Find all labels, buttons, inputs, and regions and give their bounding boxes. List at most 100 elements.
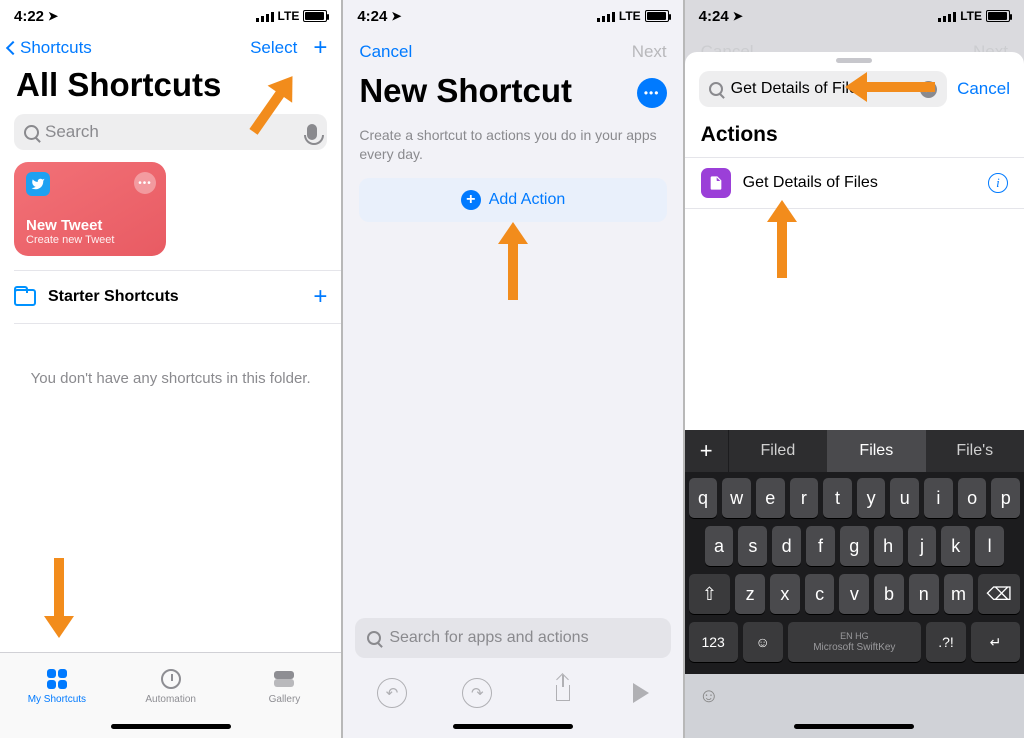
redo-button[interactable]: ↷ xyxy=(462,678,492,708)
backspace-key[interactable]: ⌫ xyxy=(978,574,1020,614)
sheet-grabber[interactable] xyxy=(836,58,872,63)
key-e[interactable]: e xyxy=(756,478,785,518)
key-j[interactable]: j xyxy=(908,526,937,566)
select-button[interactable]: Select xyxy=(250,38,297,58)
shortcut-settings-button[interactable]: ••• xyxy=(637,78,667,108)
keyboard: + Filed Files File's q w e r t y u i o p xyxy=(685,430,1024,738)
back-button[interactable]: Shortcuts xyxy=(8,38,92,58)
key-q[interactable]: q xyxy=(689,478,718,518)
status-bar: 4:24 ➤ LTE xyxy=(343,0,682,32)
result-label: Get Details of Files xyxy=(743,174,878,192)
space-key[interactable]: EN HG Microsoft SwiftKey xyxy=(788,622,921,662)
tile-subtitle: Create new Tweet xyxy=(26,234,154,246)
key-row-2: a s d f g h j k l xyxy=(689,526,1020,566)
annotation-arrow xyxy=(44,558,74,638)
next-button[interactable]: Next xyxy=(632,42,667,62)
key-a[interactable]: a xyxy=(705,526,734,566)
nav-bar: Cancel Next xyxy=(343,32,682,66)
tab-automation[interactable]: Automation xyxy=(114,653,228,718)
emoji-key[interactable]: ☺ xyxy=(743,622,783,662)
suggestion-2[interactable]: Files xyxy=(827,430,925,472)
add-action-label: Add Action xyxy=(489,191,566,209)
cancel-button[interactable]: Cancel xyxy=(359,42,412,62)
status-time: 4:24 xyxy=(357,8,387,25)
tab-gallery[interactable]: Gallery xyxy=(228,653,342,718)
suggestion-3[interactable]: File's xyxy=(926,430,1024,472)
shift-key[interactable]: ⇧ xyxy=(689,574,731,614)
key-v[interactable]: v xyxy=(839,574,869,614)
tile-menu-button[interactable]: ••• xyxy=(134,172,156,194)
tab-label: My Shortcuts xyxy=(28,694,86,705)
signal-icon xyxy=(597,10,615,22)
run-button[interactable] xyxy=(633,683,649,703)
chevron-left-icon xyxy=(6,41,20,55)
search-icon xyxy=(24,125,39,140)
key-t[interactable]: t xyxy=(823,478,852,518)
key-k[interactable]: k xyxy=(941,526,970,566)
key-r[interactable]: r xyxy=(790,478,819,518)
add-shortcut-button[interactable]: + xyxy=(313,38,327,58)
key-u[interactable]: u xyxy=(890,478,919,518)
carrier-label: LTE xyxy=(278,9,300,23)
screen-new-shortcut: 4:24➤ LTE Cancel Next New Shortcut ••• C… xyxy=(341,0,682,738)
key-x[interactable]: x xyxy=(770,574,800,614)
key-n[interactable]: n xyxy=(909,574,939,614)
key-b[interactable]: b xyxy=(874,574,904,614)
suggestion-1[interactable]: Filed xyxy=(729,430,827,472)
clear-button[interactable]: ✕ xyxy=(920,81,937,98)
home-indicator[interactable] xyxy=(0,718,341,738)
key-o[interactable]: o xyxy=(958,478,987,518)
key-m[interactable]: m xyxy=(944,574,974,614)
key-f[interactable]: f xyxy=(806,526,835,566)
plus-circle-icon: + xyxy=(461,190,481,210)
key-h[interactable]: h xyxy=(874,526,903,566)
page-subtitle: Create a shortcut to actions you do in y… xyxy=(343,120,682,178)
home-indicator[interactable] xyxy=(685,718,1024,738)
key-g[interactable]: g xyxy=(840,526,869,566)
automation-icon xyxy=(161,669,181,689)
folder-row-starter[interactable]: Starter Shortcuts + xyxy=(0,271,341,323)
home-indicator[interactable] xyxy=(343,718,682,738)
screen-search-actions: 4:24➤ LTE Cancel Next Get Details of Fil… xyxy=(683,0,1024,738)
key-c[interactable]: c xyxy=(805,574,835,614)
status-time: 4:22 xyxy=(14,8,44,25)
tab-my-shortcuts[interactable]: My Shortcuts xyxy=(0,653,114,718)
keyboard-bottom-bar: ☺ xyxy=(685,674,1024,718)
battery-icon xyxy=(986,10,1010,22)
key-s[interactable]: s xyxy=(738,526,767,566)
back-label: Shortcuts xyxy=(20,38,92,58)
key-d[interactable]: d xyxy=(772,526,801,566)
mic-icon[interactable] xyxy=(307,124,317,140)
action-search-field[interactable]: Search for apps and actions xyxy=(355,618,670,658)
punctuation-key[interactable]: .?! xyxy=(926,622,966,662)
add-action-button[interactable]: + Add Action xyxy=(359,178,666,222)
grid-icon xyxy=(47,669,67,689)
search-input[interactable]: Get Details of Files ✕ xyxy=(699,71,947,107)
key-y[interactable]: y xyxy=(857,478,886,518)
keyboard-plus-button[interactable]: + xyxy=(685,430,729,472)
folder-add-button[interactable]: + xyxy=(313,283,327,311)
search-field[interactable]: Search xyxy=(14,114,327,150)
nav-bar: Shortcuts Select + xyxy=(0,32,341,60)
share-button[interactable] xyxy=(548,678,578,708)
info-button[interactable]: i xyxy=(988,173,1008,193)
undo-button[interactable]: ↶ xyxy=(377,678,407,708)
divider xyxy=(14,323,341,324)
key-l[interactable]: l xyxy=(975,526,1004,566)
numbers-key[interactable]: 123 xyxy=(689,622,738,662)
result-get-details-of-files[interactable]: Get Details of Files i xyxy=(685,157,1024,209)
shortcut-tile-new-tweet[interactable]: ••• New Tweet Create new Tweet xyxy=(14,162,166,256)
signal-icon xyxy=(938,10,956,22)
suggestion-bar: + Filed Files File's xyxy=(685,430,1024,472)
key-i[interactable]: i xyxy=(924,478,953,518)
enter-key[interactable]: ↵ xyxy=(971,622,1020,662)
key-w[interactable]: w xyxy=(722,478,751,518)
carrier-label: LTE xyxy=(619,9,641,23)
cancel-button[interactable]: Cancel xyxy=(957,79,1010,99)
location-icon: ➤ xyxy=(391,9,401,23)
emoji-icon[interactable]: ☺ xyxy=(699,685,719,708)
key-z[interactable]: z xyxy=(735,574,765,614)
folder-label: Starter Shortcuts xyxy=(48,288,179,306)
key-p[interactable]: p xyxy=(991,478,1020,518)
search-icon xyxy=(709,82,723,96)
